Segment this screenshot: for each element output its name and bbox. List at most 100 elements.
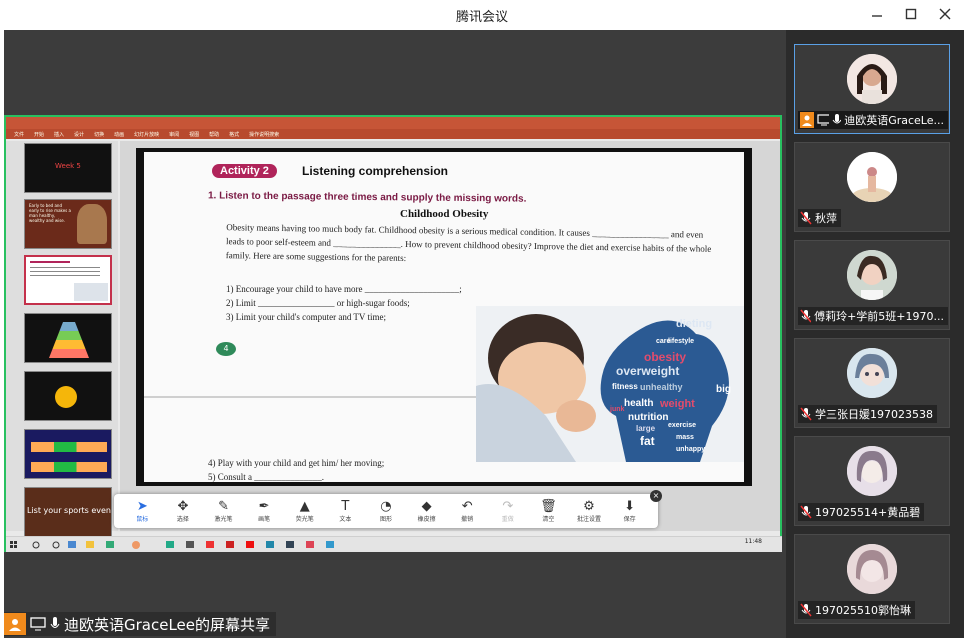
tool-eraser[interactable]: ◆ 橡皮擦: [406, 495, 447, 527]
tool-shape[interactable]: ◔ 图形: [366, 495, 407, 527]
slide-thumbnail[interactable]: [24, 429, 112, 479]
tool-clear[interactable]: 🗑 清空: [528, 495, 569, 527]
mic-muted-icon: [800, 603, 812, 617]
participant-tile[interactable]: 197025514+黄品碧: [794, 436, 950, 526]
avatar: [847, 54, 897, 104]
highlighter-icon: ▲: [299, 498, 310, 514]
avatar: [847, 348, 897, 398]
close-button[interactable]: [936, 4, 954, 24]
avatar: [847, 152, 897, 202]
windows-taskbar: 11:48: [6, 536, 782, 552]
mic-icon: [832, 114, 842, 124]
eraser-icon: ◆: [421, 498, 432, 514]
list-item: 4) Play with your child and get him/ her…: [208, 458, 385, 468]
wordcloud: obesity overweight dieting health weight…: [610, 318, 731, 453]
host-icon: [4, 613, 26, 635]
tool-highlighter[interactable]: ▲ 荧光笔: [284, 495, 325, 527]
participant-tile[interactable]: 秋萍: [794, 142, 950, 232]
tool-redo[interactable]: ↷ 重做: [487, 495, 528, 527]
ribbon-tab[interactable]: 幻灯片放映: [134, 131, 159, 138]
tool-text[interactable]: T 文本: [325, 495, 366, 527]
activity-badge: Activity 2: [212, 164, 277, 178]
participant-label: 傅莉玲+学前5班+1970...: [798, 307, 948, 325]
activity-title: Listening comprehension: [302, 164, 449, 178]
tool-undo[interactable]: ↶ 撤销: [447, 495, 488, 527]
participant-tile[interactable]: 学三张日媛197023538: [794, 338, 950, 428]
list-item: 1) Encourage your child to have more ___…: [226, 284, 462, 294]
screen-share-icon: [817, 114, 830, 126]
toolbar-close-button[interactable]: ×: [650, 490, 662, 502]
close-icon: [939, 8, 951, 20]
slide-thumbnail[interactable]: List your sports event: [24, 487, 112, 537]
current-slide: Activity 2 Listening comprehension 1. Li…: [136, 148, 752, 486]
trash-icon: 🗑: [540, 498, 557, 514]
text-icon: T: [341, 498, 350, 514]
maximize-button[interactable]: [902, 4, 920, 24]
mic-muted-icon: [800, 407, 812, 421]
screen-share-banner: 迪欧英语GraceLee的屏幕共享: [4, 612, 277, 636]
ppt-ribbon: 文件 开始 插入 设计 切换 动画 幻灯片放映 审阅 视图 帮助 格式 操作说明…: [6, 129, 780, 139]
participant-label: 197025514+黄品碧: [798, 503, 925, 521]
participant-label: 迪欧英语GraceLe...: [798, 111, 948, 129]
participant-tile[interactable]: 傅莉玲+学前5班+1970...: [794, 240, 950, 330]
participant-tile[interactable]: 迪欧英语GraceLe...: [794, 44, 950, 134]
pen-icon: ✒: [258, 498, 270, 514]
mic-muted-icon: [800, 309, 812, 323]
slide-body: Activity 2 Listening comprehension 1. Li…: [144, 152, 744, 482]
passage-paragraph: Obesity means having too much body fat. …: [225, 222, 712, 263]
tool-save[interactable]: ⬇ 保存: [609, 495, 650, 527]
settings-icon: ⚙: [583, 498, 595, 514]
tool-settings[interactable]: ⚙ 批注设置: [569, 495, 610, 527]
list-item: 5) Consult a _______________.: [208, 472, 324, 482]
minimize-icon: [872, 15, 882, 17]
tool-laser[interactable]: ✎ 激光笔: [203, 495, 244, 527]
shape-icon: ◔: [380, 498, 392, 514]
laser-icon: ✎: [218, 498, 229, 514]
ribbon-tab[interactable]: 操作说明搜索: [249, 131, 279, 138]
title-bar: 腾讯会议: [0, 0, 964, 30]
ribbon-tab[interactable]: 视图: [189, 131, 199, 138]
ribbon-tab[interactable]: 开始: [34, 131, 44, 138]
ribbon-tab[interactable]: 审阅: [169, 131, 179, 138]
ribbon-tab[interactable]: 切换: [94, 131, 104, 138]
story-title: Childhood Obesity: [400, 208, 489, 220]
share-banner-text: 迪欧英语GraceLee的屏幕共享: [64, 615, 271, 634]
host-icon: [800, 112, 815, 128]
slide-thumbnail[interactable]: Week 5: [24, 143, 112, 193]
list-item: 2) Limit _________________ or high-sugar…: [226, 298, 410, 308]
download-icon: ⬇: [624, 498, 636, 514]
ribbon-tab[interactable]: 文件: [14, 131, 24, 138]
participant-label: 197025510郭怡琳: [798, 601, 915, 619]
slide-thumbnail-selected[interactable]: [24, 255, 112, 305]
participant-label: 学三张日媛197023538: [798, 405, 937, 423]
screen-share-icon: [30, 617, 46, 631]
minimize-button[interactable]: [868, 4, 886, 24]
tool-pen[interactable]: ✒ 画笔: [244, 495, 285, 527]
slide-thumbnail[interactable]: [24, 371, 112, 421]
slide-thumbnail[interactable]: [24, 313, 112, 363]
ribbon-tab[interactable]: 插入: [54, 131, 64, 138]
mic-icon: [50, 617, 60, 628]
window-controls: [868, 4, 954, 24]
cursor-icon: ➤: [136, 498, 148, 514]
suggestions-list: 1) Encourage your child to have more ___…: [226, 282, 462, 324]
participant-tile[interactable]: 197025510郭怡琳: [794, 534, 950, 624]
ppt-title-bar: [6, 117, 780, 129]
ribbon-tab[interactable]: 帮助: [209, 131, 219, 138]
redo-icon: ↷: [502, 498, 514, 514]
maximize-icon: [905, 8, 917, 20]
move-icon: ✥: [177, 498, 189, 514]
ribbon-tab[interactable]: 格式: [229, 131, 239, 138]
avatar: [847, 544, 897, 594]
tool-select[interactable]: ✥ 选择: [163, 495, 204, 527]
slide-thumbnail[interactable]: Early to bed and early to rise makes a m…: [24, 199, 112, 249]
ribbon-tab[interactable]: 动画: [114, 131, 124, 138]
mic-muted-icon: [800, 211, 812, 225]
question-text: 1. Listen to the passage three times and…: [207, 190, 527, 205]
ribbon-tab[interactable]: 设计: [74, 131, 84, 138]
undo-icon: ↶: [461, 498, 473, 514]
tool-mouse[interactable]: ➤ 鼠标: [122, 495, 163, 527]
page-badge: 4: [216, 342, 236, 356]
window-title: 腾讯会议: [455, 10, 508, 25]
avatar: [847, 446, 897, 496]
